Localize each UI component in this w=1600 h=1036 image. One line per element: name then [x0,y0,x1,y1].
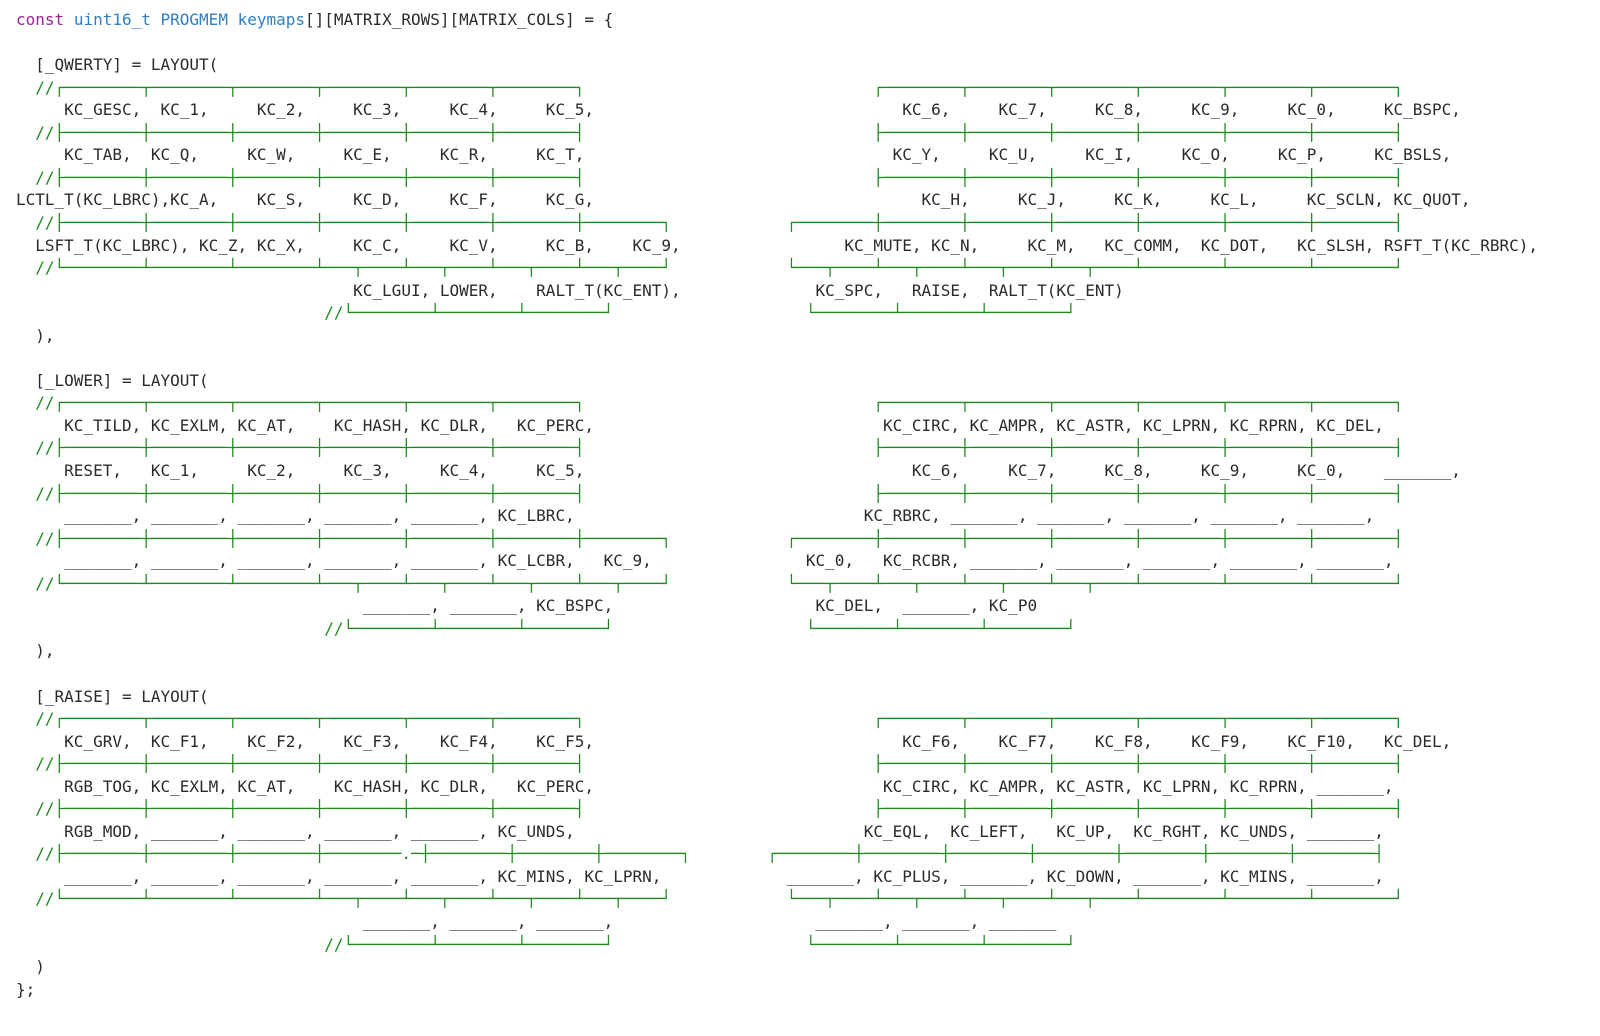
code-line: _______, _______, _______, _______, ____… [16,506,1375,526]
layout-comment-border: //├────────┼────────┼────────┼────────┼─… [16,483,1404,503]
code-line: RESET, KC_1, KC_2, KC_3, KC_4, KC_5, KC_… [16,461,1461,480]
layout-comment-border: //├────────┼────────┼────────┼────────┼─… [16,754,1404,774]
code-line: [_QWERTY] = LAYOUT( [16,55,219,75]
keymaps-identifier: keymaps [237,10,306,29]
progmem-qualifier: PROGMEM [160,10,228,29]
layout-comment-border: //├────────┼────────┼────────┼────────┼─… [16,528,1404,548]
layout-comment-border: //├────────┼────────┼────────┼────────┼─… [16,122,1404,142]
layout-comment-border: //┌────────┬────────┬────────┬────────┬─… [16,77,1404,97]
layout-comment-border: //└────────┴────────┴────────┘ └────────… [16,618,1076,638]
code-line: LCTL_T(KC_LBRC),KC_A, KC_S, KC_D, KC_F, … [16,190,1471,210]
layout-comment-border: //└────────┴────────┴────────┘ └────────… [16,934,1076,954]
code-line: [_LOWER] = LAYOUT( [16,370,209,390]
keymaps-declaration: const uint16_t PROGMEM keymaps[][MATRIX_… [16,9,613,31]
code-editor[interactable]: const uint16_t PROGMEM keymaps[][MATRIX_… [0,0,1600,1036]
layout-comment-border: //└────────┴────────┴────────┘ └────────… [16,303,1076,323]
layout-comment-border: //├────────┼────────┼────────┼────────┼─… [16,212,1404,232]
layout-comment-border: //└────────┴────────┴────────┴───┬────┴─… [16,258,1404,278]
code-line: _______, _______, KC_BSPC, KC_DEL, _____… [16,596,1038,616]
code-line: [_RAISE] = LAYOUT( [16,686,209,706]
code-line: }; [16,979,36,999]
const-keyword: const [16,10,65,29]
code-line: KC_TAB, KC_Q, KC_W, KC_E, KC_R, KC_T, KC… [16,145,1452,165]
code-line: ) [16,957,45,977]
code-line: KC_LGUI, LOWER, RALT_T(KC_ENT), KC_SPC, … [16,280,1124,300]
layout-comment-border: //└────────┴────────┴────────┴───┬────┴─… [16,889,1404,909]
code-line: ), [16,641,55,661]
layout-comment-border: //├────────┼────────┼────────┼────────.─… [16,844,1384,864]
code-line: LSFT_T(KC_LBRC), KC_Z, KC_X, KC_C, KC_V,… [16,235,1538,255]
layout-comment-border: //├────────┼────────┼────────┼────────┼─… [16,438,1404,458]
code-line: _______, _______, _______, _______, ____… [16,551,1394,571]
code-line: KC_TILD, KC_EXLM, KC_AT, KC_HASH, KC_DLR… [16,415,1384,435]
layout-comment-border: //┌────────┬────────┬────────┬────────┬─… [16,709,1404,729]
code-line: _______, _______, _______, _______, ____… [16,912,1057,931]
code-line: KC_GESC, KC_1, KC_2, KC_3, KC_4, KC_5, K… [16,100,1461,120]
code-line: RGB_MOD, _______, _______, _______, ____… [16,821,1384,841]
code-line: KC_GRV, KC_F1, KC_F2, KC_F3, KC_F4, KC_F… [16,731,1452,751]
layout-comment-border: //┌────────┬────────┬────────┬────────┬─… [16,393,1404,413]
code-line: ), [16,325,55,345]
code-line: _______, _______, _______, _______, ____… [16,866,1384,886]
code-line: RGB_TOG, KC_EXLM, KC_AT, KC_HASH, KC_DLR… [16,776,1394,796]
type-name: uint16_t [73,10,151,29]
layout-comment-border: //├────────┼────────┼────────┼────────┼─… [16,167,1404,187]
layout-comment-border: //└────────┴────────┴────────┴───┬────┴─… [16,573,1404,593]
declaration-rest: [][MATRIX_ROWS][MATRIX_COLS] = { [305,10,614,29]
layout-comment-border: //├────────┼────────┼────────┼────────┼─… [16,799,1404,819]
